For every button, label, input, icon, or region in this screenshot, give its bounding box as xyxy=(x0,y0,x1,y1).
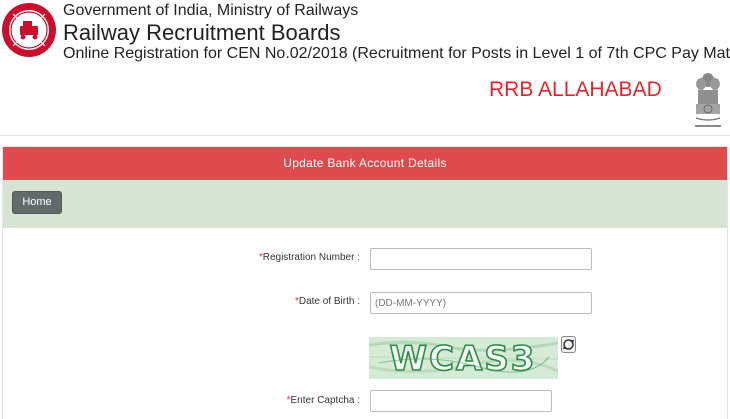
enter-captcha-label: *Enter Captcha : xyxy=(286,395,360,406)
date-of-birth-input[interactable] xyxy=(370,292,592,314)
rrb-name: RRB ALLAHABAD xyxy=(489,78,662,101)
panel-title: Update Bank Account Details xyxy=(3,147,727,180)
captcha-input[interactable] xyxy=(370,390,552,412)
organization-title: Railway Recruitment Boards xyxy=(63,20,341,45)
registration-subtitle: Online Registration for CEN No.02/2018 (… xyxy=(63,45,730,62)
ministry-text: Government of India, Ministry of Railway… xyxy=(63,2,359,19)
update-bank-panel: Update Bank Account Details Home xyxy=(2,146,728,419)
registration-number-input[interactable] xyxy=(370,248,592,270)
indian-railways-logo-icon xyxy=(2,3,56,57)
captcha-image: WCAS3 xyxy=(369,337,558,379)
registration-number-label: *Registration Number : xyxy=(258,252,360,263)
page-header: Government of India, Ministry of Railway… xyxy=(0,0,730,138)
home-button[interactable]: Home xyxy=(12,191,62,214)
national-emblem-icon xyxy=(695,73,721,127)
header-divider xyxy=(0,135,730,136)
refresh-captcha-button[interactable] xyxy=(561,336,576,353)
date-of-birth-label: *Date of Birth : xyxy=(294,296,360,307)
refresh-icon xyxy=(563,339,574,350)
nav-bar: Home xyxy=(3,180,727,228)
